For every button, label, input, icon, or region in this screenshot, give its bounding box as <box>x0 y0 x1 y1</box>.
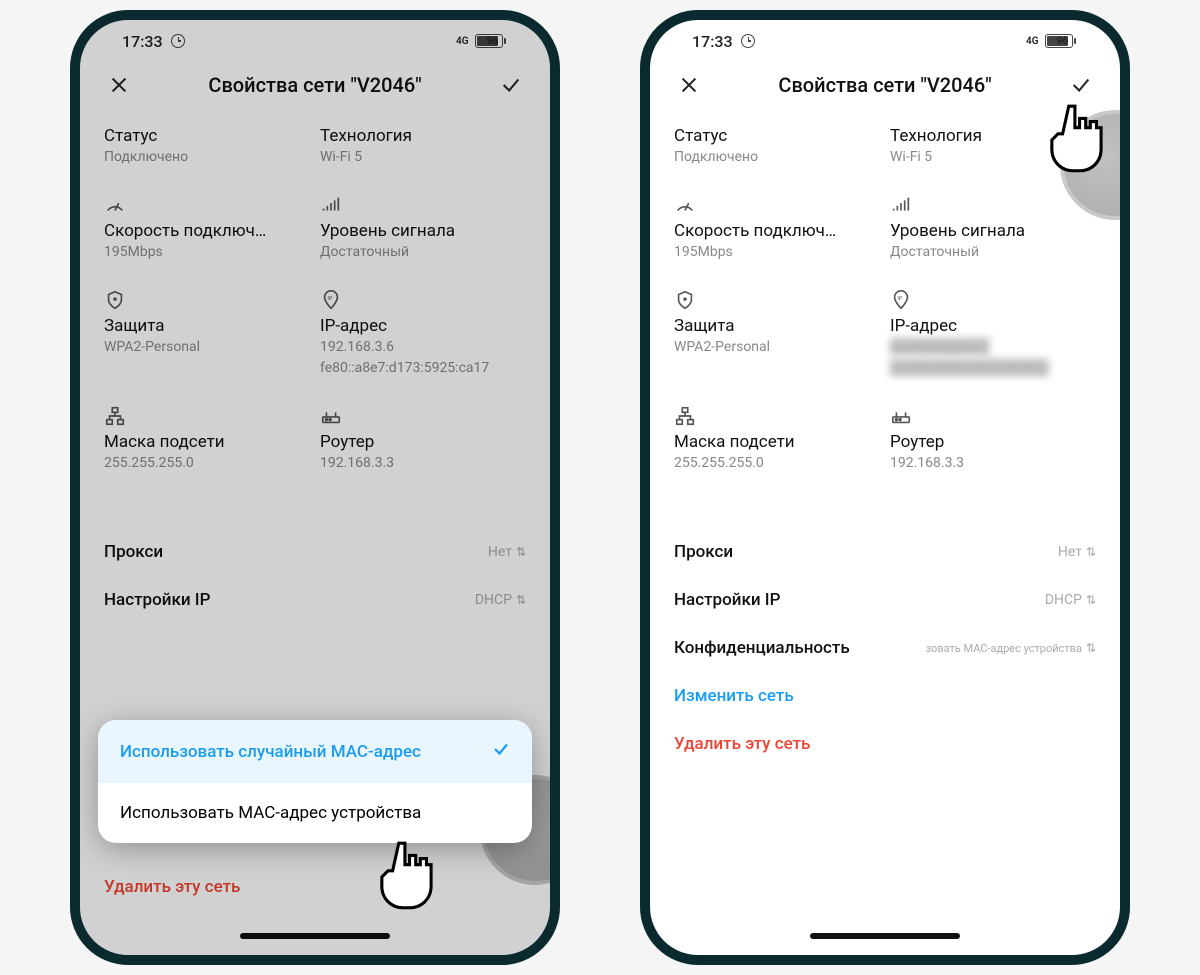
link-delete-network[interactable]: Удалить эту сеть <box>104 877 240 897</box>
cell-speed: Скорость подключ… 195Mbps <box>674 183 880 278</box>
router-icon <box>890 402 1096 430</box>
row-ip-settings[interactable]: Настройки IP DHCP⇅ <box>104 576 526 624</box>
cell-ip: IP IP-адрес ██████████ ████████████████ <box>890 278 1096 394</box>
cell-ip: IP IP-адрес 192.168.3.6 fe80::a8e7:d173:… <box>320 278 526 394</box>
status-network: 4G <box>1026 36 1039 47</box>
page-title: Свойства сети "V2046" <box>132 73 498 97</box>
link-edit-network[interactable]: Изменить сеть <box>674 672 1096 720</box>
router-icon <box>320 402 526 430</box>
updown-icon: ⇅ <box>516 545 526 559</box>
updown-icon: ⇅ <box>1086 545 1096 559</box>
speedometer-icon <box>674 191 880 219</box>
phone-right: 17:33 4G 96 Свойства сети "V2046" Статус <box>640 10 1130 965</box>
close-icon[interactable] <box>106 72 132 98</box>
cell-security: Защита WPA2-Personal <box>104 278 310 394</box>
ip-value-blurred: ██████████ <box>890 338 1096 357</box>
status-network: 4G <box>456 36 469 47</box>
row-privacy[interactable]: Конфиденциальность зовать MAC-адрес устр… <box>674 624 1096 672</box>
svg-text:IP: IP <box>327 296 332 302</box>
alarm-icon <box>741 34 755 48</box>
popup-option-random-mac[interactable]: Использовать случайный MAC-адрес <box>98 720 532 783</box>
page-header: Свойства сети "V2046" <box>650 62 1120 116</box>
updown-icon: ⇅ <box>1086 593 1096 607</box>
signal-bars-icon <box>320 191 526 219</box>
alarm-icon <box>171 34 185 48</box>
cell-router: Роутер 192.168.3.3 <box>320 394 526 489</box>
signal-bars-icon <box>890 191 1096 219</box>
statusbar: 17:33 4G 96 <box>650 20 1120 62</box>
updown-icon: ⇅ <box>516 593 526 607</box>
row-proxy[interactable]: Прокси Нет⇅ <box>104 528 526 576</box>
shield-icon <box>674 286 880 314</box>
statusbar: 17:33 4G 96 <box>80 20 550 62</box>
cell-signal: Уровень сигнала Достаточный <box>890 183 1096 278</box>
cell-speed: Скорость подключ… 195Mbps <box>104 183 310 278</box>
cell-subnet: Маска подсети 255.255.255.0 <box>104 394 310 489</box>
home-indicator[interactable] <box>240 933 390 939</box>
row-ip-settings[interactable]: Настройки IP DHCP⇅ <box>674 576 1096 624</box>
cell-subnet: Маска подсети 255.255.255.0 <box>674 394 880 489</box>
speedometer-icon <box>104 191 310 219</box>
cell-router: Роутер 192.168.3.3 <box>890 394 1096 489</box>
confirm-icon[interactable] <box>498 72 524 98</box>
row-proxy[interactable]: Прокси Нет⇅ <box>674 528 1096 576</box>
status-time: 17:33 <box>692 32 733 51</box>
check-icon <box>492 740 510 763</box>
close-icon[interactable] <box>676 72 702 98</box>
status-time: 17:33 <box>122 32 163 51</box>
content: Статус Подключено Технология Wi-Fi 5 Ско… <box>650 116 1120 955</box>
network-icon <box>104 402 310 430</box>
page-header: Свойства сети "V2046" <box>80 62 550 116</box>
page-title: Свойства сети "V2046" <box>702 73 1068 97</box>
shield-icon <box>104 286 310 314</box>
ip-pin-icon: IP <box>320 286 526 314</box>
cell-tech: Технология Wi-Fi 5 <box>320 116 526 183</box>
battery-percent: 96 <box>487 36 498 47</box>
link-delete-network[interactable]: Удалить эту сеть <box>674 720 1096 768</box>
cell-status: Статус Подключено <box>104 116 310 183</box>
confirm-icon[interactable] <box>1068 72 1094 98</box>
ip-pin-icon: IP <box>890 286 1096 314</box>
popup-option-device-mac[interactable]: Использовать MAC-адрес устройства <box>98 783 532 843</box>
cell-security: Защита WPA2-Personal <box>674 278 880 394</box>
cell-signal: Уровень сигнала Достаточный <box>320 183 526 278</box>
mac-popup: Использовать случайный MAC-адрес Использ… <box>98 720 532 843</box>
home-indicator[interactable] <box>810 933 960 939</box>
cell-status: Статус Подключено <box>674 116 880 183</box>
network-icon <box>674 402 880 430</box>
svg-text:IP: IP <box>897 296 902 302</box>
battery-percent: 96 <box>1057 36 1068 47</box>
updown-icon: ⇅ <box>1086 641 1096 655</box>
phone-left: 17:33 4G 96 Свойства сети "V2046" Статус <box>70 10 560 965</box>
